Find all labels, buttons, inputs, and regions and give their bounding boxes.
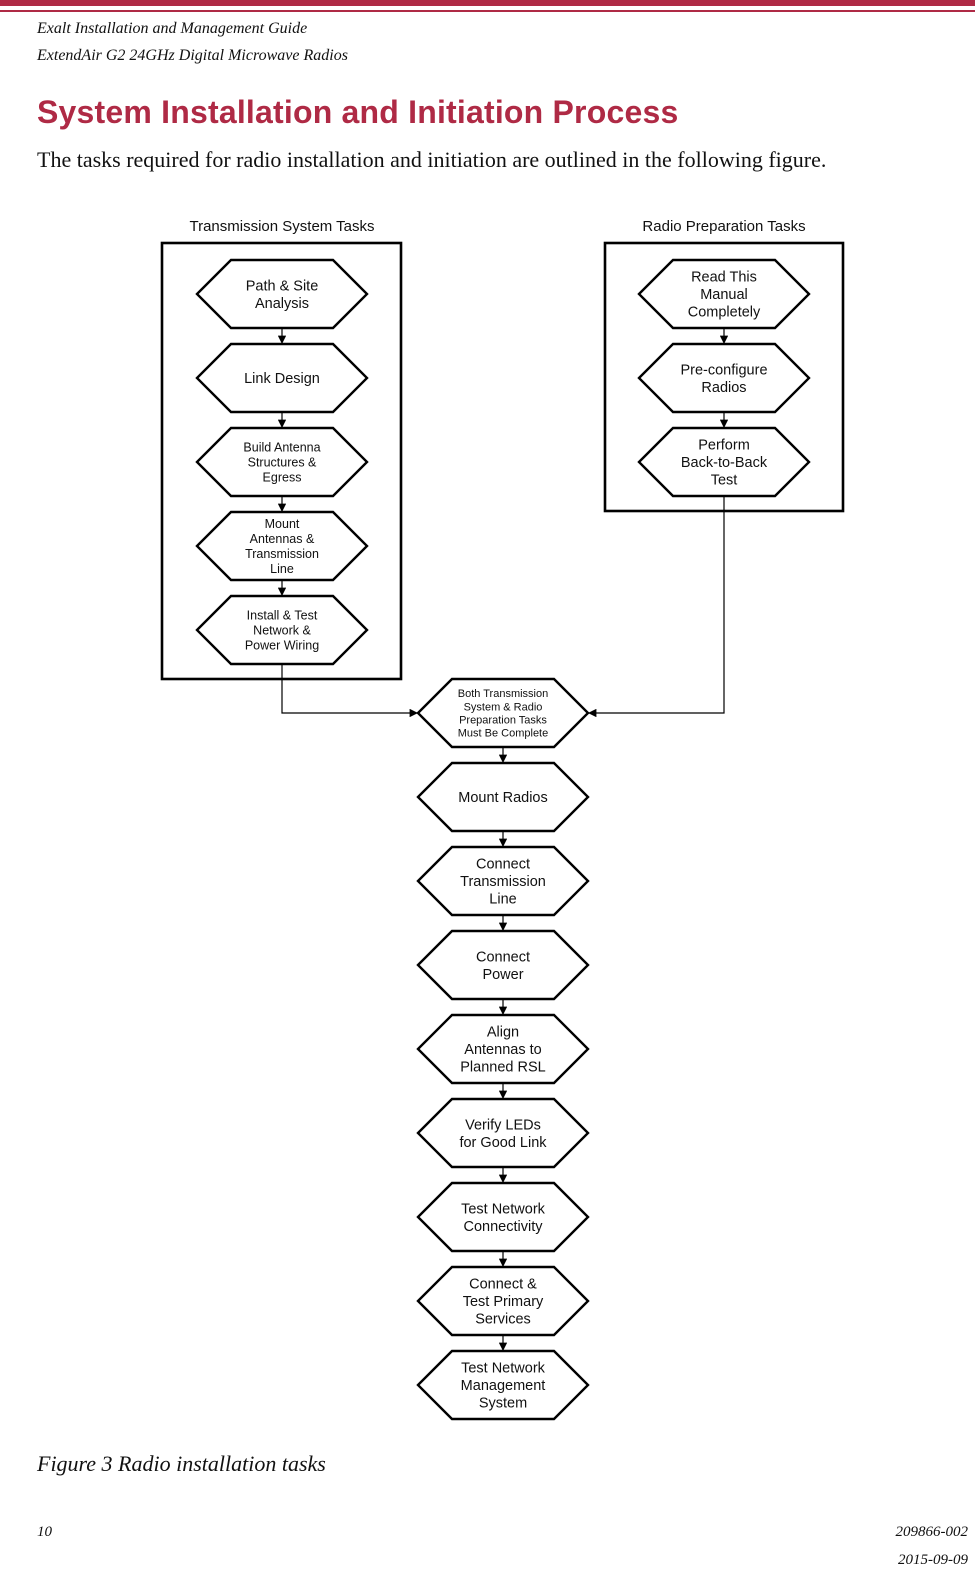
node-label-line: Manual [700, 287, 748, 303]
sequence-node: Verify LEDs for Good Link [416, 1097, 590, 1169]
node-label-line: Test Primary [463, 1294, 544, 1310]
sequence-node: Mount Radios [416, 761, 590, 833]
node-label-line: Completely [688, 304, 761, 320]
node-label-line: Planned RSL [460, 1059, 545, 1075]
task-node: Pre-configure Radios [637, 342, 811, 414]
sequence-node: Connect Power [416, 929, 590, 1001]
node-label-line: Connect [476, 949, 530, 965]
node-label-line: Power [482, 967, 523, 983]
node-label-line: Verify LEDs [465, 1117, 541, 1133]
node-label-line: Radios [701, 380, 746, 396]
node-label-line: Align [487, 1025, 519, 1041]
node-label-line: Analysis [255, 296, 309, 312]
node-label-line: Line [489, 891, 516, 907]
node-label-line: Connectivity [464, 1219, 544, 1235]
task-node: Link Design [195, 342, 369, 414]
node-label-line: Link Design [244, 371, 320, 387]
transmission-tasks-label: Transmission System Tasks [189, 218, 374, 235]
node-label-line: Read This [691, 270, 757, 286]
node-label-line: Power Wiring [245, 638, 319, 652]
node-label-line: for Good Link [459, 1135, 547, 1151]
node-label-line: Structures & [248, 455, 317, 469]
task-node: PerformBack-to-BackTest [637, 426, 811, 498]
sequence-node: AlignAntennas toPlanned RSL [416, 1013, 590, 1085]
page-number: 10 [37, 1524, 52, 1540]
sequence-node: Test NetworkManagementSystem [416, 1349, 590, 1421]
sequence-node: Connect &Test PrimaryServices [416, 1265, 590, 1337]
node-label-line: Network & [253, 623, 311, 637]
node-label-line: Transmission [245, 547, 319, 561]
node-label-line: Egress [263, 470, 302, 484]
node-label-line: Antennas to [464, 1042, 541, 1058]
node-label-line: Mount Radios [458, 790, 547, 806]
installation-flowchart: Transmission System Tasks Radio Preparati… [160, 218, 845, 1421]
merge-node: Both TransmissionSystem & RadioPreparati… [416, 677, 590, 749]
node-label-line: Test Network [461, 1361, 546, 1377]
node-label-line: Test [711, 472, 738, 488]
radio-prep-to-merge-connector [588, 496, 725, 718]
node-label-line: Antennas & [250, 532, 315, 546]
node-label-line: Install & Test [247, 608, 318, 622]
node-label-line: Perform [698, 438, 750, 454]
node-label-line: Services [475, 1311, 531, 1327]
node-label-line: Back-to-Back [681, 455, 768, 471]
task-node: MountAntennas &TransmissionLine [195, 510, 369, 582]
document-number: 209866-002 [895, 1524, 969, 1540]
task-node: Build AntennaStructures &Egress [195, 426, 369, 498]
transmission-to-merge-connector [281, 664, 418, 718]
radio-prep-tasks-label: Radio Preparation Tasks [642, 218, 805, 235]
node-label-line: Connect [476, 857, 530, 873]
node-label-line: Path & Site [246, 278, 319, 294]
sequence-node: Test Network Connectivity [416, 1181, 590, 1253]
node-label-line: System & Radio [464, 701, 543, 713]
sequence-node: ConnectTransmissionLine [416, 845, 590, 917]
node-label-line: Transmission [460, 874, 546, 890]
document-date: 2015-09-09 [898, 1552, 968, 1568]
task-node: Path & Site Analysis [195, 258, 369, 330]
node-label-line: Management [461, 1378, 546, 1394]
node-label-line: Preparation Tasks [459, 714, 547, 726]
node-label-line: Both Transmission [458, 688, 548, 700]
task-node: Read ThisManualCompletely [637, 258, 811, 330]
node-label-line: System [479, 1395, 527, 1411]
figure-caption: Figure 3 Radio installation tasks [37, 1451, 326, 1476]
task-node: Install & TestNetwork &Power Wiring [195, 594, 369, 666]
node-label-line: Line [270, 562, 294, 576]
node-label-line: Connect & [469, 1277, 537, 1293]
node-label-line: Mount [265, 517, 300, 531]
node-label-line: Must Be Complete [458, 728, 548, 740]
node-label-line: Build Antenna [243, 440, 320, 454]
node-label-line: Test Network [461, 1201, 546, 1217]
node-label-line: Pre-configure [680, 362, 767, 378]
